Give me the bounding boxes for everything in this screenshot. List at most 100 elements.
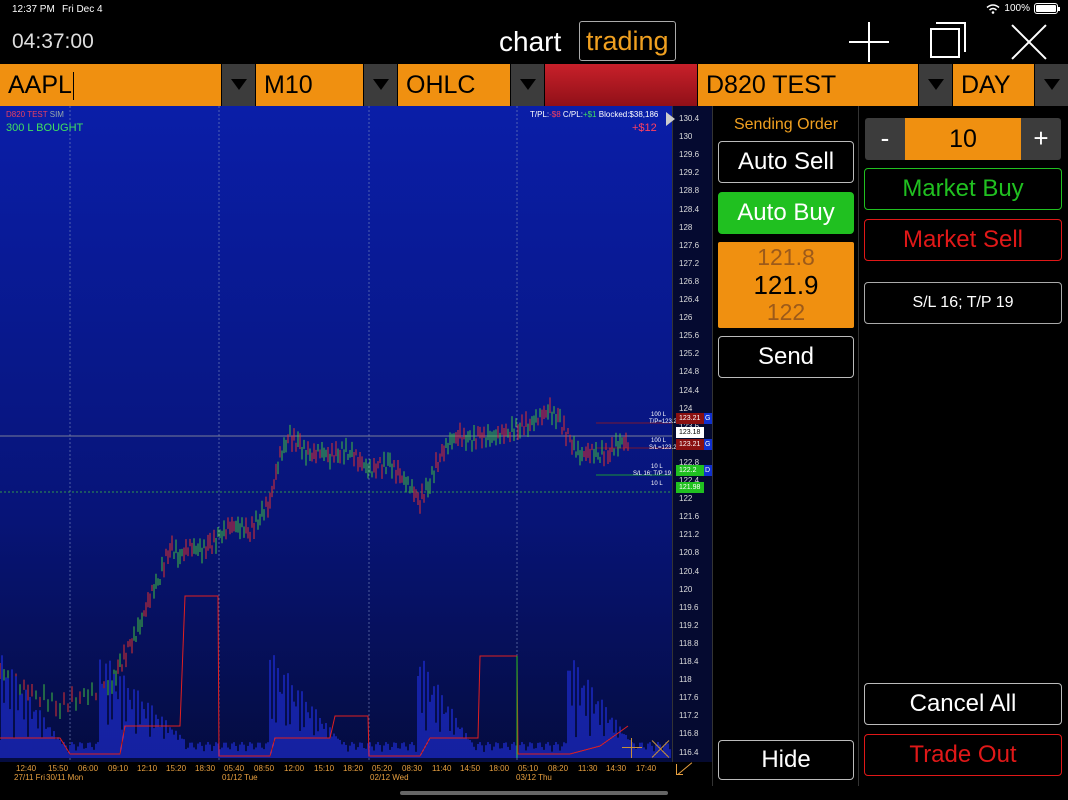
account-dropdown-chevron-icon[interactable] bbox=[918, 64, 952, 106]
price-tick: 124.4 bbox=[679, 385, 700, 395]
price-tick: 116.8 bbox=[679, 729, 699, 739]
chart-account-name: D820 TEST bbox=[6, 110, 48, 119]
order-line-price-badge[interactable]: 123.21 bbox=[676, 413, 704, 424]
price-tick: 121.2 bbox=[679, 530, 700, 540]
plus-icon[interactable] bbox=[847, 20, 891, 64]
order-line-price-badge[interactable]: 123.18 bbox=[676, 427, 704, 438]
order-line-price-badge[interactable]: 121.98 bbox=[676, 482, 704, 493]
tab-chart[interactable]: chart bbox=[499, 26, 561, 58]
order-line-price-badge[interactable]: 123.21 bbox=[676, 439, 704, 450]
order-line-label: S/L 16; T/P 19 bbox=[633, 471, 671, 477]
price-tick: 127.2 bbox=[679, 258, 700, 268]
symbol-select[interactable]: AAPL bbox=[0, 64, 221, 106]
price-tick: 122 bbox=[679, 494, 693, 504]
price-above[interactable]: 121.8 bbox=[718, 244, 854, 271]
quantity-increment-button[interactable]: + bbox=[1021, 118, 1061, 160]
time-axis: 12:40 27/11 Fri 15:50 30/11 Mon 06:00 09:10 12… bbox=[0, 762, 712, 786]
price-tick: 118.8 bbox=[679, 638, 699, 648]
price-below[interactable]: 122 bbox=[718, 299, 854, 326]
wifi-icon bbox=[986, 3, 1000, 14]
price-tick: 125.2 bbox=[679, 349, 700, 359]
price-tick: 126 bbox=[679, 313, 693, 323]
price-chart[interactable]: D820 TEST SIM 300 L BOUGHT T/PL:-$8 C/PL… bbox=[0, 106, 712, 786]
trade-out-button[interactable]: Trade Out bbox=[864, 734, 1062, 776]
order-line-price-badge[interactable]: 122.2 bbox=[676, 465, 704, 476]
time-tick: 08:50 bbox=[254, 764, 275, 773]
quantity-decrement-button[interactable]: - bbox=[865, 118, 905, 160]
price-tick: 127.6 bbox=[679, 240, 700, 250]
time-tick: 12:10 bbox=[137, 764, 158, 773]
tpl-label: T/PL: bbox=[530, 110, 550, 119]
chart-canvas[interactable] bbox=[0, 106, 712, 786]
price-tick: 126.4 bbox=[679, 295, 700, 304]
time-tick: 12:00 bbox=[284, 764, 305, 773]
chart-account-suffix: SIM bbox=[49, 110, 64, 119]
price-tick: 120.4 bbox=[679, 566, 700, 576]
time-tick: 14:50 bbox=[460, 764, 481, 773]
price-tick: 120 bbox=[679, 584, 693, 594]
date-tick: 02/12 Wed bbox=[370, 773, 409, 782]
battery-percent: 100% bbox=[1004, 3, 1030, 14]
price-tick: 125.6 bbox=[679, 331, 700, 341]
tab-trading[interactable]: trading bbox=[579, 21, 676, 61]
time-tick: 18:20 bbox=[343, 764, 364, 773]
symbol-value: AAPL bbox=[8, 71, 72, 99]
price-ladder[interactable]: 121.8 121.9 122 bbox=[718, 242, 854, 328]
order-line-label: S/L=123.21 bbox=[649, 445, 680, 451]
chart-pl-total: +$12 bbox=[632, 122, 657, 134]
time-tick: 06:00 bbox=[78, 764, 99, 773]
status-time: 12:37 PM bbox=[12, 4, 55, 15]
price-tick: 128.4 bbox=[679, 204, 700, 214]
quantity-field[interactable]: 10 bbox=[905, 118, 1021, 160]
order-line-flag[interactable]: G bbox=[704, 413, 712, 424]
market-buy-button[interactable]: Market Buy bbox=[864, 168, 1062, 210]
blocked-value: Blocked:$38,186 bbox=[598, 110, 659, 119]
chart-type-dropdown-chevron-icon[interactable] bbox=[510, 64, 544, 106]
cpl-label: C/PL: bbox=[562, 110, 583, 119]
order-line-qty: 100 L bbox=[651, 438, 667, 444]
clock: 04:37:00 bbox=[12, 30, 94, 53]
crosshair-icon[interactable] bbox=[622, 738, 642, 758]
timeframe-select[interactable]: M10 bbox=[256, 64, 363, 106]
windows-icon[interactable] bbox=[924, 20, 968, 64]
cancel-all-button[interactable]: Cancel All bbox=[864, 683, 1062, 725]
corner-arrow-icon[interactable] bbox=[676, 760, 694, 778]
symbol-dropdown-chevron-icon[interactable] bbox=[221, 64, 255, 106]
chart-type-select[interactable]: OHLC bbox=[398, 64, 510, 106]
order-panel: Sending Order Auto Sell Auto Buy 121.8 1… bbox=[712, 106, 859, 786]
status-right: 100% bbox=[986, 3, 1060, 14]
price-tick: 119.2 bbox=[679, 620, 699, 630]
send-button[interactable]: Send bbox=[718, 336, 854, 378]
price-current[interactable]: 121.9 bbox=[718, 270, 854, 301]
auto-buy-button[interactable]: Auto Buy bbox=[718, 192, 854, 234]
time-tick: 12:40 bbox=[16, 764, 37, 773]
order-line-qty: 100 L bbox=[651, 412, 667, 418]
time-tick: 14:30 bbox=[606, 764, 627, 773]
duration-select[interactable]: DAY bbox=[953, 64, 1034, 106]
auto-sell-button[interactable]: Auto Sell bbox=[718, 141, 854, 183]
timeframe-dropdown-chevron-icon[interactable] bbox=[363, 64, 397, 106]
close-icon[interactable] bbox=[1008, 20, 1052, 64]
scroll-right-arrow-icon[interactable] bbox=[666, 112, 675, 126]
time-tick: 15:20 bbox=[166, 764, 187, 773]
time-tick: 08:30 bbox=[402, 764, 423, 773]
price-tick: 117.6 bbox=[679, 693, 699, 703]
price-tick: 119.6 bbox=[679, 602, 699, 612]
order-line-flag[interactable]: G bbox=[704, 439, 712, 450]
price-tick: 130.4 bbox=[679, 114, 700, 123]
chart-position: 300 L BOUGHT bbox=[6, 122, 84, 134]
market-sell-button[interactable]: Market Sell bbox=[864, 219, 1062, 261]
home-indicator[interactable] bbox=[400, 791, 668, 795]
duration-dropdown-chevron-icon[interactable] bbox=[1034, 64, 1068, 106]
price-tick: 129.6 bbox=[679, 150, 700, 160]
price-tick: 124 bbox=[679, 403, 693, 413]
hide-button[interactable]: Hide bbox=[718, 740, 854, 780]
price-tick: 116.4 bbox=[679, 747, 699, 757]
order-line-flag[interactable]: D bbox=[704, 465, 712, 476]
price-tick: 118.4 bbox=[679, 657, 699, 666]
price-tick: 118 bbox=[679, 675, 692, 685]
sl-tp-button[interactable]: S/L 16; T/P 19 bbox=[864, 282, 1062, 324]
expand-icon[interactable] bbox=[652, 740, 670, 758]
price-tick: 126.8 bbox=[679, 276, 700, 286]
account-select[interactable]: D820 TEST bbox=[698, 64, 918, 106]
